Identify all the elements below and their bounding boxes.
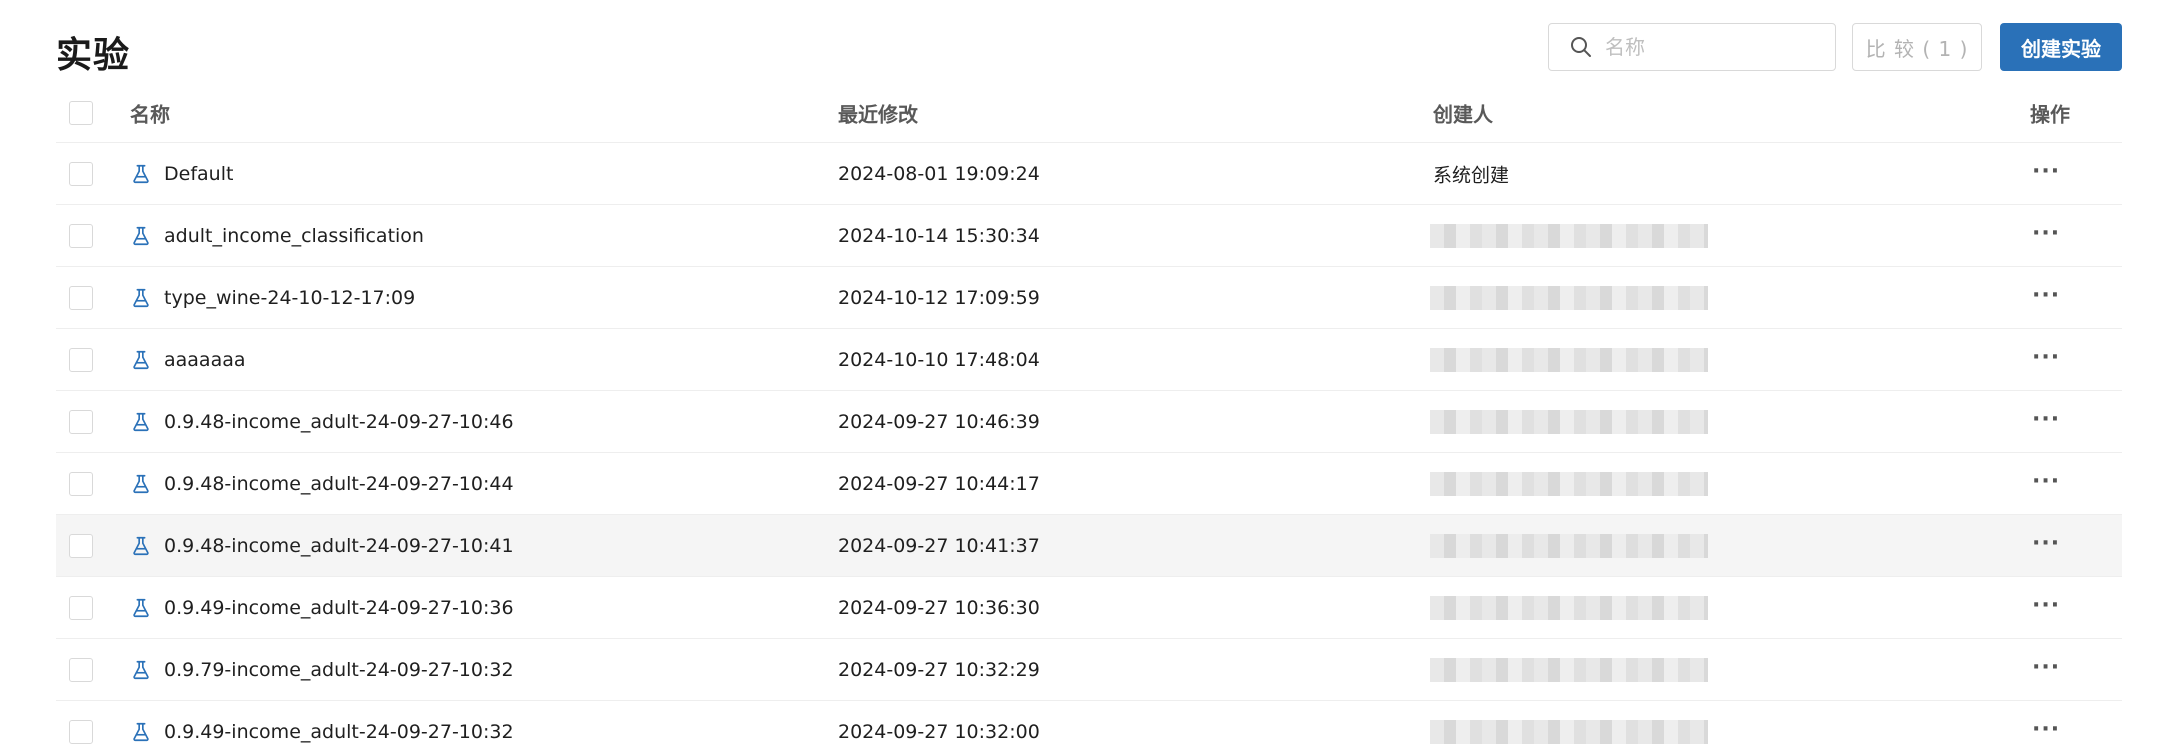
modified-time: 2024-09-27 10:36:30 xyxy=(838,596,1040,619)
modified-time: 2024-10-10 17:48:04 xyxy=(838,348,1040,371)
row-checkbox[interactable] xyxy=(69,161,93,186)
create-experiment-button[interactable]: 创建实验 xyxy=(2000,23,2122,71)
header-ops: 操作 xyxy=(2030,102,2070,127)
more-icon[interactable]: ··· xyxy=(2032,159,2060,184)
more-icon[interactable]: ··· xyxy=(2032,717,2060,742)
experiment-name[interactable]: 0.9.48-income_adult-24-09-27-10:41 xyxy=(164,535,514,557)
row-checkbox[interactable] xyxy=(69,223,93,248)
more-icon[interactable]: ··· xyxy=(2032,345,2060,370)
row-checkbox[interactable] xyxy=(69,347,93,372)
more-icon[interactable]: ··· xyxy=(2032,221,2060,246)
table-row[interactable]: 0.9.49-income_adult-24-09-27-10:32 2024-… xyxy=(56,701,2122,748)
experiment-name[interactable]: type_wine-24-10-12-17:09 xyxy=(164,287,415,309)
experiment-name-cell[interactable]: 0.9.49-income_adult-24-09-27-10:36 xyxy=(130,597,514,619)
creator-redacted xyxy=(1430,657,1708,682)
search-icon xyxy=(1571,37,1591,57)
table-row[interactable]: Default 2024-08-01 19:09:24 系统创建 ··· xyxy=(56,143,2122,205)
more-icon[interactable]: ··· xyxy=(2032,407,2060,432)
compare-button[interactable]: 比 较 ( 1 ) xyxy=(1852,23,1982,71)
flask-icon xyxy=(133,474,149,493)
table-row[interactable]: 0.9.79-income_adult-24-09-27-10:32 2024-… xyxy=(56,639,2122,701)
search-input[interactable] xyxy=(1605,35,1825,59)
table-row[interactable]: 0.9.48-income_adult-24-09-27-10:44 2024-… xyxy=(56,453,2122,515)
modified-time: 2024-08-01 19:09:24 xyxy=(838,162,1040,185)
row-checkbox[interactable] xyxy=(69,657,93,682)
flask-icon xyxy=(133,350,149,369)
header-creator: 创建人 xyxy=(1433,102,1493,127)
creator-redacted xyxy=(1430,595,1708,620)
experiment-name[interactable]: Default xyxy=(164,163,233,185)
experiments-page: 实验 比 较 ( 1 ) 创建实验 名称 最近修改 创建人 操作 Default… xyxy=(0,0,2164,748)
more-icon[interactable]: ··· xyxy=(2032,283,2060,308)
table-row[interactable]: type_wine-24-10-12-17:09 2024-10-12 17:0… xyxy=(56,267,2122,329)
experiment-name[interactable]: 0.9.48-income_adult-24-09-27-10:46 xyxy=(164,411,514,433)
modified-time: 2024-09-27 10:46:39 xyxy=(838,410,1040,433)
row-checkbox[interactable] xyxy=(69,595,93,620)
flask-icon xyxy=(133,226,149,245)
experiment-name-cell[interactable]: type_wine-24-10-12-17:09 xyxy=(130,287,415,309)
select-all-checkbox[interactable] xyxy=(69,101,93,125)
table-row[interactable]: 0.9.48-income_adult-24-09-27-10:46 2024-… xyxy=(56,391,2122,453)
modified-time: 2024-09-27 10:44:17 xyxy=(838,472,1040,495)
row-checkbox[interactable] xyxy=(69,409,93,434)
creator-redacted xyxy=(1430,285,1708,310)
flask-icon xyxy=(133,412,149,431)
creator-redacted xyxy=(1430,719,1708,744)
experiment-name[interactable]: 0.9.49-income_adult-24-09-27-10:36 xyxy=(164,597,514,619)
row-checkbox[interactable] xyxy=(69,533,93,558)
header-modified[interactable]: 最近修改 xyxy=(838,99,918,128)
flask-icon xyxy=(133,536,149,555)
experiment-name-cell[interactable]: 0.9.48-income_adult-24-09-27-10:44 xyxy=(130,473,514,495)
more-icon[interactable]: ··· xyxy=(2032,469,2060,494)
more-icon[interactable]: ··· xyxy=(2032,593,2060,618)
modified-time: 2024-09-27 10:32:29 xyxy=(838,658,1040,681)
experiment-name-cell[interactable]: Default xyxy=(130,163,233,185)
flask-icon xyxy=(133,722,149,741)
page-title: 实验 xyxy=(56,35,131,76)
creator-redacted xyxy=(1430,409,1708,434)
experiment-name[interactable]: 0.9.79-income_adult-24-09-27-10:32 xyxy=(164,659,514,681)
flask-icon xyxy=(133,288,149,307)
header-name[interactable]: 名称 xyxy=(130,99,170,128)
more-icon[interactable]: ··· xyxy=(2032,531,2060,556)
experiment-name[interactable]: 0.9.49-income_adult-24-09-27-10:32 xyxy=(164,721,514,743)
experiment-name-cell[interactable]: 0.9.79-income_adult-24-09-27-10:32 xyxy=(130,659,514,681)
row-checkbox[interactable] xyxy=(69,471,93,496)
row-checkbox[interactable] xyxy=(69,719,93,744)
row-checkbox[interactable] xyxy=(69,285,93,310)
more-icon[interactable]: ··· xyxy=(2032,655,2060,680)
experiment-name-cell[interactable]: 0.9.48-income_adult-24-09-27-10:41 xyxy=(130,535,514,557)
creator-redacted xyxy=(1430,533,1708,558)
experiment-name-cell[interactable]: 0.9.48-income_adult-24-09-27-10:46 xyxy=(130,411,514,433)
experiment-name-cell[interactable]: aaaaaaa xyxy=(130,349,246,371)
experiment-name[interactable]: 0.9.48-income_adult-24-09-27-10:44 xyxy=(164,473,514,495)
table-row[interactable]: adult_income_classification 2024-10-14 1… xyxy=(56,205,2122,267)
creator: 系统创建 xyxy=(1433,164,1510,186)
table-body: Default 2024-08-01 19:09:24 系统创建 ··· adu… xyxy=(56,143,2122,748)
experiment-name-cell[interactable]: adult_income_classification xyxy=(130,225,424,247)
creator-redacted xyxy=(1430,347,1708,372)
table-row[interactable]: 0.9.49-income_adult-24-09-27-10:36 2024-… xyxy=(56,577,2122,639)
table-header: 名称 最近修改 创建人 操作 xyxy=(56,84,2122,143)
experiment-name[interactable]: aaaaaaa xyxy=(164,349,246,371)
flask-icon xyxy=(133,598,149,617)
flask-icon xyxy=(133,660,149,679)
experiment-name-cell[interactable]: 0.9.49-income_adult-24-09-27-10:32 xyxy=(130,721,514,743)
creator-redacted xyxy=(1430,223,1708,248)
table-row[interactable]: 0.9.48-income_adult-24-09-27-10:41 2024-… xyxy=(56,515,2122,577)
table-row[interactable]: aaaaaaa 2024-10-10 17:48:04 ··· xyxy=(56,329,2122,391)
experiment-name[interactable]: adult_income_classification xyxy=(164,225,424,247)
search-box[interactable] xyxy=(1548,23,1836,71)
modified-time: 2024-10-14 15:30:34 xyxy=(838,224,1040,247)
modified-time: 2024-09-27 10:41:37 xyxy=(838,534,1040,557)
experiment-table: 名称 最近修改 创建人 操作 Default 2024-08-01 19:09:… xyxy=(56,84,2122,748)
modified-time: 2024-10-12 17:09:59 xyxy=(838,286,1040,309)
creator-redacted xyxy=(1430,471,1708,496)
modified-time: 2024-09-27 10:32:00 xyxy=(838,720,1040,743)
flask-icon xyxy=(133,164,149,183)
